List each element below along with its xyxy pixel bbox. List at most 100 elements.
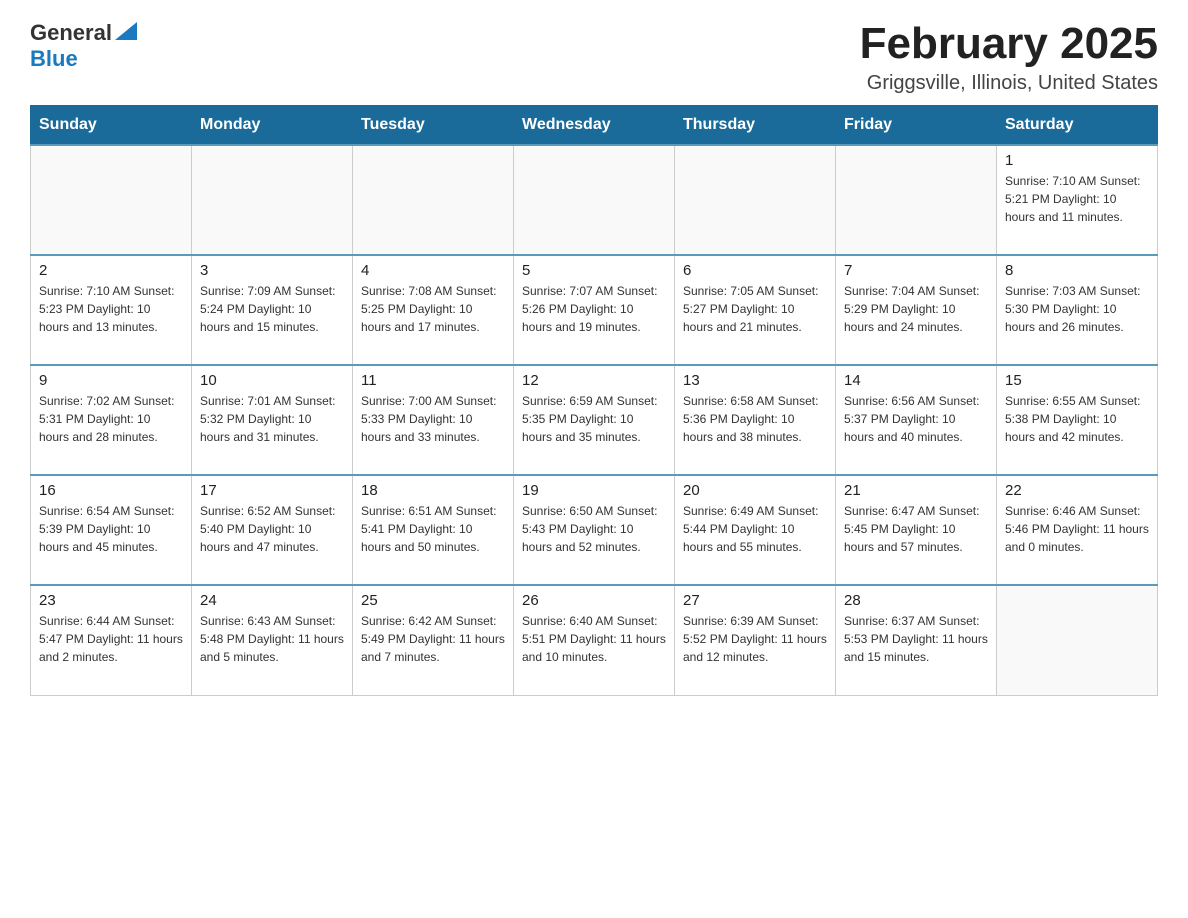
calendar-cell: 21Sunrise: 6:47 AM Sunset: 5:45 PM Dayli… bbox=[836, 475, 997, 585]
calendar-cell: 4 Sunrise: 7:08 AM Sunset: 5:25 PM Daylig… bbox=[353, 255, 514, 365]
day-info: Sunrise: 6:51 AM Sunset: 5:41 PM Dayligh… bbox=[361, 502, 505, 556]
calendar-cell: 25 Sunrise: 6:42 AM Sunset: 5:49 PM Dayli… bbox=[353, 585, 514, 695]
day-info: Sunrise: 6:43 AM Sunset: 5:48 PM Dayligh… bbox=[200, 612, 344, 666]
day-number: 26 bbox=[522, 592, 666, 609]
day-info: Sunrise: 7:10 AM Sunset: 5:21 PM Dayligh… bbox=[1005, 172, 1149, 226]
calendar-cell: 5 Sunrise: 7:07 AM Sunset: 5:26 PM Daylig… bbox=[514, 255, 675, 365]
calendar-cell: 3 Sunrise: 7:09 AM Sunset: 5:24 PM Daylig… bbox=[192, 255, 353, 365]
day-info: Sunrise: 7:03 AM Sunset: 5:30 PM Dayligh… bbox=[1005, 282, 1149, 336]
day-number: 19 bbox=[522, 482, 666, 499]
calendar-cell: 1 Sunrise: 7:10 AM Sunset: 5:21 PM Daylig… bbox=[997, 145, 1158, 255]
logo-general: General bbox=[30, 20, 112, 46]
day-number: 4 bbox=[361, 262, 505, 279]
day-info: Sunrise: 6:46 AM Sunset: 5:46 PM Dayligh… bbox=[1005, 502, 1149, 556]
weekday-header: Wednesday bbox=[514, 106, 675, 146]
day-number: 7 bbox=[844, 262, 988, 279]
day-number: 10 bbox=[200, 372, 344, 389]
calendar-week-row: 16 Sunrise: 6:54 AM Sunset: 5:39 PM Dayli… bbox=[31, 475, 1158, 585]
day-info: Sunrise: 7:01 AM Sunset: 5:32 PM Dayligh… bbox=[200, 392, 344, 446]
day-number: 2 bbox=[39, 262, 183, 279]
title-section: February 2025 Griggsville, Illinois, Uni… bbox=[860, 20, 1158, 95]
day-info: Sunrise: 6:52 AM Sunset: 5:40 PM Dayligh… bbox=[200, 502, 344, 556]
weekday-header: Tuesday bbox=[353, 106, 514, 146]
weekday-header: Friday bbox=[836, 106, 997, 146]
calendar-subtitle: Griggsville, Illinois, United States bbox=[860, 72, 1158, 95]
page-header: General Blue February 2025 Griggsville, … bbox=[30, 20, 1158, 95]
calendar-cell: 12 Sunrise: 6:59 AM Sunset: 5:35 PM Dayli… bbox=[514, 365, 675, 475]
calendar-cell: 24 Sunrise: 6:43 AM Sunset: 5:48 PM Dayli… bbox=[192, 585, 353, 695]
calendar-cell bbox=[192, 145, 353, 255]
calendar-cell: 23 Sunrise: 6:44 AM Sunset: 5:47 PM Dayli… bbox=[31, 585, 192, 695]
calendar-cell bbox=[836, 145, 997, 255]
day-number: 25 bbox=[361, 592, 505, 609]
weekday-header: Monday bbox=[192, 106, 353, 146]
day-number: 28 bbox=[844, 592, 988, 609]
day-info: Sunrise: 6:49 AM Sunset: 5:44 PM Dayligh… bbox=[683, 502, 827, 556]
day-info: Sunrise: 7:09 AM Sunset: 5:24 PM Dayligh… bbox=[200, 282, 344, 336]
calendar-cell: 22 Sunrise: 6:46 AM Sunset: 5:46 PM Dayli… bbox=[997, 475, 1158, 585]
weekday-header: Thursday bbox=[675, 106, 836, 146]
day-number: 3 bbox=[200, 262, 344, 279]
day-number: 9 bbox=[39, 372, 183, 389]
weekday-header: Saturday bbox=[997, 106, 1158, 146]
calendar-cell: 8 Sunrise: 7:03 AM Sunset: 5:30 PM Daylig… bbox=[997, 255, 1158, 365]
calendar-cell: 15 Sunrise: 6:55 AM Sunset: 5:38 PM Dayli… bbox=[997, 365, 1158, 475]
day-number: 27 bbox=[683, 592, 827, 609]
calendar-title: February 2025 bbox=[860, 20, 1158, 68]
day-info: Sunrise: 6:54 AM Sunset: 5:39 PM Dayligh… bbox=[39, 502, 183, 556]
calendar-cell bbox=[31, 145, 192, 255]
logo-triangle-icon bbox=[115, 22, 137, 40]
day-number: 16 bbox=[39, 482, 183, 499]
calendar-cell: 17 Sunrise: 6:52 AM Sunset: 5:40 PM Dayli… bbox=[192, 475, 353, 585]
day-number: 12 bbox=[522, 372, 666, 389]
calendar-cell: 10 Sunrise: 7:01 AM Sunset: 5:32 PM Dayli… bbox=[192, 365, 353, 475]
calendar-cell: 14 Sunrise: 6:56 AM Sunset: 5:37 PM Dayli… bbox=[836, 365, 997, 475]
day-info: Sunrise: 6:47 AM Sunset: 5:45 PM Dayligh… bbox=[844, 502, 988, 556]
day-info: Sunrise: 6:59 AM Sunset: 5:35 PM Dayligh… bbox=[522, 392, 666, 446]
day-info: Sunrise: 7:07 AM Sunset: 5:26 PM Dayligh… bbox=[522, 282, 666, 336]
day-info: Sunrise: 6:55 AM Sunset: 5:38 PM Dayligh… bbox=[1005, 392, 1149, 446]
calendar-table: SundayMondayTuesdayWednesdayThursdayFrid… bbox=[30, 105, 1158, 696]
calendar-cell: 19Sunrise: 6:50 AM Sunset: 5:43 PM Dayli… bbox=[514, 475, 675, 585]
weekday-header-row: SundayMondayTuesdayWednesdayThursdayFrid… bbox=[31, 106, 1158, 146]
day-info: Sunrise: 6:37 AM Sunset: 5:53 PM Dayligh… bbox=[844, 612, 988, 666]
calendar-week-row: 2Sunrise: 7:10 AM Sunset: 5:23 PM Daylig… bbox=[31, 255, 1158, 365]
day-info: Sunrise: 6:39 AM Sunset: 5:52 PM Dayligh… bbox=[683, 612, 827, 666]
day-number: 23 bbox=[39, 592, 183, 609]
day-number: 17 bbox=[200, 482, 344, 499]
day-number: 18 bbox=[361, 482, 505, 499]
calendar-cell: 7 Sunrise: 7:04 AM Sunset: 5:29 PM Daylig… bbox=[836, 255, 997, 365]
calendar-week-row: 1 Sunrise: 7:10 AM Sunset: 5:21 PM Daylig… bbox=[31, 145, 1158, 255]
calendar-cell: 18 Sunrise: 6:51 AM Sunset: 5:41 PM Dayli… bbox=[353, 475, 514, 585]
calendar-cell: 27 Sunrise: 6:39 AM Sunset: 5:52 PM Dayli… bbox=[675, 585, 836, 695]
calendar-cell: 20 Sunrise: 6:49 AM Sunset: 5:44 PM Dayli… bbox=[675, 475, 836, 585]
day-number: 24 bbox=[200, 592, 344, 609]
calendar-cell: 13Sunrise: 6:58 AM Sunset: 5:36 PM Dayli… bbox=[675, 365, 836, 475]
calendar-cell bbox=[514, 145, 675, 255]
day-number: 20 bbox=[683, 482, 827, 499]
day-info: Sunrise: 6:56 AM Sunset: 5:37 PM Dayligh… bbox=[844, 392, 988, 446]
day-info: Sunrise: 6:42 AM Sunset: 5:49 PM Dayligh… bbox=[361, 612, 505, 666]
day-info: Sunrise: 7:02 AM Sunset: 5:31 PM Dayligh… bbox=[39, 392, 183, 446]
day-number: 6 bbox=[683, 262, 827, 279]
day-number: 22 bbox=[1005, 482, 1149, 499]
day-number: 8 bbox=[1005, 262, 1149, 279]
day-info: Sunrise: 7:08 AM Sunset: 5:25 PM Dayligh… bbox=[361, 282, 505, 336]
calendar-week-row: 9 Sunrise: 7:02 AM Sunset: 5:31 PM Daylig… bbox=[31, 365, 1158, 475]
day-info: Sunrise: 7:04 AM Sunset: 5:29 PM Dayligh… bbox=[844, 282, 988, 336]
day-number: 15 bbox=[1005, 372, 1149, 389]
calendar-cell: 2Sunrise: 7:10 AM Sunset: 5:23 PM Daylig… bbox=[31, 255, 192, 365]
day-number: 11 bbox=[361, 372, 505, 389]
day-number: 1 bbox=[1005, 152, 1149, 169]
calendar-cell bbox=[997, 585, 1158, 695]
day-number: 5 bbox=[522, 262, 666, 279]
day-info: Sunrise: 6:58 AM Sunset: 5:36 PM Dayligh… bbox=[683, 392, 827, 446]
day-info: Sunrise: 6:44 AM Sunset: 5:47 PM Dayligh… bbox=[39, 612, 183, 666]
calendar-cell bbox=[353, 145, 514, 255]
day-number: 14 bbox=[844, 372, 988, 389]
calendar-cell bbox=[675, 145, 836, 255]
calendar-cell: 9 Sunrise: 7:02 AM Sunset: 5:31 PM Daylig… bbox=[31, 365, 192, 475]
day-info: Sunrise: 7:00 AM Sunset: 5:33 PM Dayligh… bbox=[361, 392, 505, 446]
calendar-cell: 16 Sunrise: 6:54 AM Sunset: 5:39 PM Dayli… bbox=[31, 475, 192, 585]
logo-blue: Blue bbox=[30, 46, 78, 72]
